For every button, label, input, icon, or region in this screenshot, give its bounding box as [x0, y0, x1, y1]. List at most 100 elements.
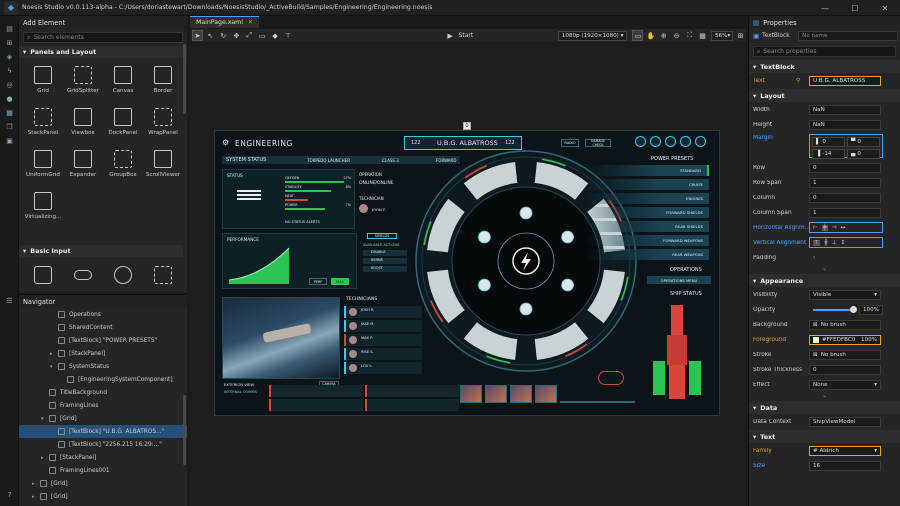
files-icon[interactable]: ❐ [0, 120, 19, 134]
power-preset-button[interactable]: FORWARD WEAPONS [585, 235, 709, 246]
section-panels-layout[interactable]: ▾ Panels and Layout [19, 46, 187, 58]
settings-gear-icon[interactable]: ⚙ [222, 138, 229, 147]
top-action-circle[interactable] [650, 136, 661, 147]
navigator-row[interactable]: ▾ [Grid] [19, 412, 187, 425]
navigator-row[interactable]: ▸ [StackPanel] [19, 451, 187, 464]
navigator-row[interactable]: FramingLines [19, 399, 187, 412]
opacity-input[interactable]: 100% [859, 304, 883, 315]
navigator-icon[interactable]: ☰ [0, 294, 19, 308]
select-tool-icon[interactable]: ➤ [192, 30, 203, 41]
power-preset-button[interactable]: STANDARD [585, 165, 709, 176]
width-input[interactable]: NaN [809, 104, 881, 115]
origin-marker[interactable]: 0 [463, 122, 471, 130]
rulers-icon[interactable]: ▦ [697, 30, 708, 41]
element-tile[interactable]: DockPanel [103, 104, 143, 146]
expand-more-icon[interactable]: ⌄ [749, 265, 900, 273]
close-button[interactable]: ✕ [870, 0, 900, 16]
element-tile[interactable]: UniformGrid [23, 146, 63, 188]
stroke-thickness-input[interactable]: 0 [809, 364, 881, 375]
navigator-row[interactable]: ▾ SystemStatus [19, 360, 187, 373]
shields-button[interactable]: SHIELDS [367, 233, 397, 239]
font-size-input[interactable]: 16 [809, 460, 881, 471]
power-node[interactable] [561, 278, 574, 292]
device-frame-icon[interactable]: ▭ [632, 30, 644, 41]
expand-arrow-icon[interactable]: ▸ [41, 455, 49, 461]
row-input[interactable]: 0 [809, 162, 881, 173]
expand-arrow-icon[interactable]: ▸ [32, 494, 40, 500]
navigator-row[interactable]: ▸ [Grid] [19, 477, 187, 490]
tab-mainpage[interactable]: MainPage.xaml ✕ [190, 16, 260, 28]
power-node[interactable] [519, 206, 533, 220]
element-tile[interactable]: Expander [63, 146, 103, 188]
start-label[interactable]: Start [459, 32, 474, 39]
element-tile[interactable]: Border [143, 62, 183, 104]
max-button[interactable]: MAX [331, 278, 349, 285]
layers-icon[interactable]: ▤ [0, 22, 19, 36]
margin-left-input[interactable]: ▌ 0 [812, 137, 845, 147]
power-preset-button[interactable]: REAR SHIELDS [585, 221, 709, 232]
element-tile[interactable]: StackPanel [23, 104, 63, 146]
help-icon[interactable]: ? [0, 488, 19, 502]
scale-tool-icon[interactable]: ⤢ [244, 30, 255, 41]
crew-thumbnail[interactable] [460, 385, 482, 403]
power-preset-button[interactable]: REAR WEAPONS [585, 249, 709, 260]
action-button[interactable]: BOOST [363, 266, 407, 272]
effect-select[interactable]: None ▾ [809, 379, 881, 390]
column-input[interactable]: 0 [809, 192, 881, 203]
align-left-icon[interactable]: ⊢ [813, 225, 818, 231]
align-stretch-icon[interactable]: ↔ [841, 225, 846, 231]
action-button[interactable]: REPAIR [363, 258, 407, 264]
navigator-row[interactable]: [TextBlock] "2256.215 16:29:..." [19, 438, 187, 451]
palette-icon[interactable]: ● [0, 92, 19, 106]
maximize-button[interactable]: ☐ [840, 0, 870, 16]
navigator-scrollbar[interactable] [183, 395, 186, 465]
element-tile[interactable]: GroupBox [103, 146, 143, 188]
target-icon[interactable] [598, 371, 624, 385]
margin-top-input[interactable]: ▀ 0 [847, 137, 880, 147]
section-text[interactable]: ▾ Text [749, 430, 900, 443]
height-input[interactable]: NaN [809, 119, 881, 130]
element-tile[interactable]: GridSplitter [63, 62, 103, 104]
power-node[interactable] [478, 230, 491, 244]
text-tool-icon[interactable]: ⊤ [283, 30, 294, 41]
top-action-circle[interactable] [665, 136, 676, 147]
section-appearance[interactable]: ▾ Appearance [749, 274, 900, 287]
navigator-row[interactable]: [TextBlock] "U.B.G. ALBATROS..." [19, 425, 187, 438]
section-textblock[interactable]: ▾ TextBlock [749, 60, 900, 73]
foreground-input[interactable]: #FFEDFBC0 100% [809, 334, 881, 345]
data-context-input[interactable]: ShipViewModel [809, 416, 881, 427]
power-preset-button[interactable]: CRUISE [585, 179, 709, 190]
expand-more-icon[interactable]: ⌄ [749, 392, 900, 400]
fill-tool-icon[interactable]: ◆ [270, 30, 281, 41]
margin-right-input[interactable]: ▐ -14 [812, 149, 845, 159]
opacity-slider-thumb[interactable] [850, 306, 857, 313]
crew-thumbnail[interactable] [485, 385, 507, 403]
element-name-input[interactable]: No name [798, 31, 899, 41]
valign-center-icon[interactable]: ╫ [824, 240, 828, 246]
minimize-button[interactable]: — [810, 0, 840, 16]
valign-stretch-icon[interactable]: ↕ [841, 240, 846, 246]
engineering-screen[interactable]: ⚙ ENGINEERING 122 U.B.G. ALBATROSS 122 R… [214, 130, 720, 416]
zoom-out-icon[interactable]: ⊖ [671, 30, 682, 41]
technician-row[interactable]: JOSH R. [344, 306, 422, 318]
align-right-icon[interactable]: ⊣ [832, 225, 837, 231]
padding-expand-icon[interactable]: › [813, 255, 815, 261]
valign-bottom-icon[interactable]: ⊥ [832, 240, 837, 246]
film-icon[interactable]: ▦ [0, 106, 19, 120]
add-element-icon[interactable]: ⊞ [0, 36, 19, 50]
navigator-row[interactable]: SharedContent [19, 321, 187, 334]
element-tile[interactable]: Virtualizing... [23, 188, 63, 230]
expand-arrow-icon[interactable]: ▸ [50, 351, 58, 357]
grid-icon[interactable]: ⊞ [735, 30, 746, 41]
opacity-slider[interactable] [813, 309, 853, 311]
direct-select-icon[interactable]: ↖ [205, 30, 216, 41]
element-tile[interactable]: ScrollViewer [143, 146, 183, 188]
lightning-icon[interactable]: ϟ [0, 64, 19, 78]
expand-arrow-icon[interactable]: ▾ [41, 416, 49, 422]
power-preset-button[interactable]: FORWARD SHIELDS [585, 207, 709, 218]
properties-search-input[interactable]: ⌕ Search properties [753, 46, 896, 57]
globe-icon[interactable]: ◎ [0, 78, 19, 92]
rowspan-input[interactable]: 1 [809, 177, 881, 188]
technician-row[interactable]: JAKE M. [344, 320, 422, 332]
navigator-row[interactable]: [EngineeringSystemComponent] [19, 373, 187, 386]
